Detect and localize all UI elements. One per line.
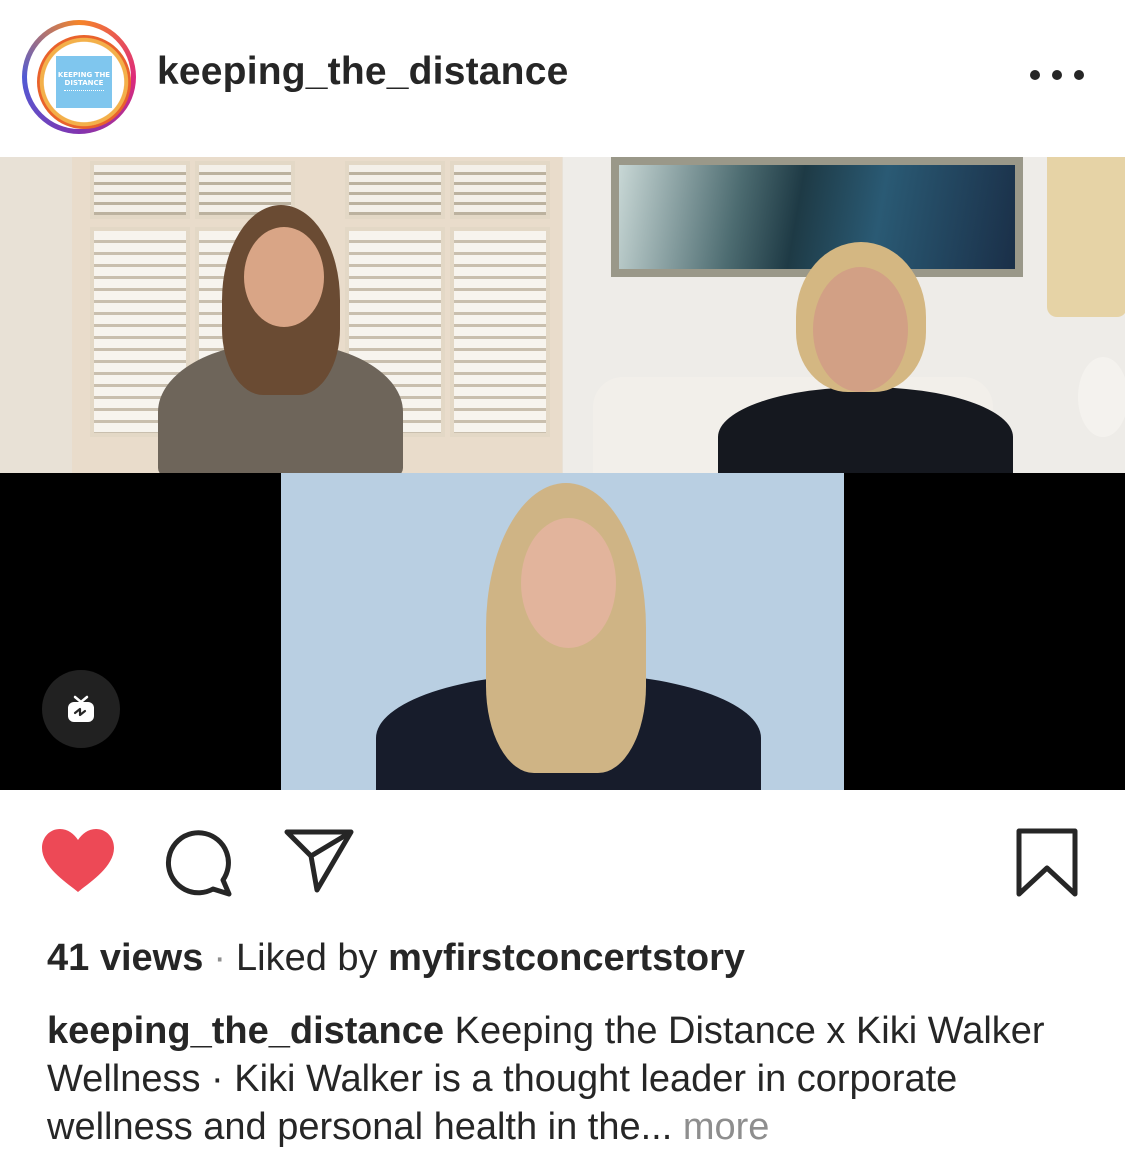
comment-icon[interactable] — [163, 828, 235, 900]
post-stats: 41 views · Liked by myfirstconcertstory — [47, 937, 745, 980]
action-bar — [0, 790, 1125, 920]
liked-by-user[interactable]: myfirstconcertstory — [388, 937, 745, 979]
save-icon[interactable] — [1015, 828, 1079, 898]
post-username[interactable]: keeping_the_distance — [157, 50, 568, 94]
avatar[interactable]: KEEPING THE DISTANCE — [22, 20, 136, 134]
video-tile-bottom — [281, 473, 844, 790]
video-tile-left — [0, 157, 563, 473]
post-video[interactable] — [0, 157, 1125, 790]
post-caption: keeping_the_distance Keeping the Distanc… — [47, 1007, 1087, 1151]
share-icon[interactable] — [283, 828, 355, 894]
views-count[interactable]: 41 views — [47, 937, 203, 979]
caption-username[interactable]: keeping_the_distance — [47, 1010, 444, 1052]
like-icon[interactable] — [40, 828, 116, 894]
video-tile-right — [563, 157, 1125, 473]
igtv-icon[interactable] — [42, 670, 120, 748]
avatar-logo: KEEPING THE DISTANCE — [56, 56, 112, 108]
post-header: KEEPING THE DISTANCE keeping_the_distanc… — [0, 0, 1125, 155]
caption-more-link[interactable]: more — [683, 1106, 770, 1148]
more-options-icon[interactable] — [1030, 62, 1084, 88]
separator: · — [213, 937, 226, 979]
liked-by-label: Liked by — [236, 937, 378, 979]
